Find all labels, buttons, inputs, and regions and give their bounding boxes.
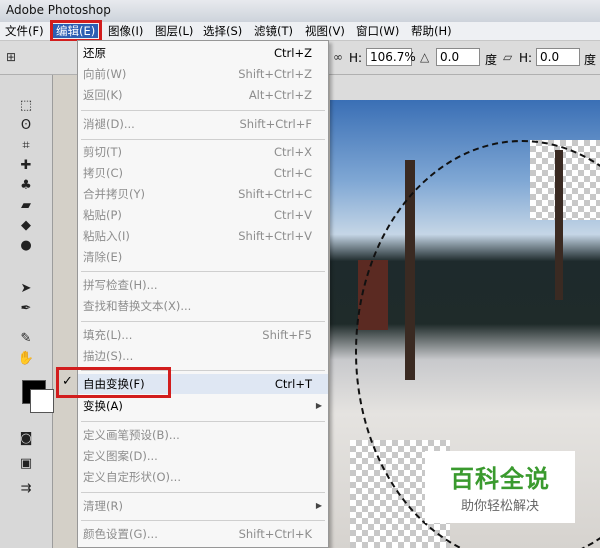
dodge-tool-icon[interactable]: ● <box>17 237 35 255</box>
notes-tool-icon[interactable]: ✎ <box>17 330 35 348</box>
crop-tool-icon[interactable]: ⌗ <box>17 137 35 155</box>
blur-tool-icon[interactable]: ◆ <box>17 217 35 235</box>
clone-stamp-icon[interactable]: ♣ <box>17 177 35 195</box>
submenu-arrow-icon: ▶ <box>315 401 322 410</box>
menu-item-purge[interactable]: 清理(R) ▶ <box>78 496 328 516</box>
menu-select[interactable]: 选择(S) <box>200 24 245 38</box>
menu-window[interactable]: 窗口(W) <box>353 24 402 38</box>
menu-item-define-brush[interactable]: 定义画笔预设(B)... <box>78 425 328 445</box>
hand-tool-icon[interactable]: ✋ <box>17 350 35 368</box>
menu-image[interactable]: 图像(I) <box>105 24 146 38</box>
menu-separator <box>81 139 325 140</box>
eraser-icon[interactable]: ▰ <box>17 197 35 215</box>
quick-mask-icon[interactable]: ◙ <box>17 430 35 448</box>
pen-tool-icon[interactable]: ✒ <box>17 300 35 318</box>
skew-unit: 度 <box>584 53 597 67</box>
menu-separator <box>81 520 325 521</box>
background-color-swatch[interactable] <box>30 389 54 413</box>
menu-separator <box>81 421 325 422</box>
link-icon[interactable]: ∞ <box>333 50 343 64</box>
watermark-logo: 百科全说 助你轻松解决 <box>425 451 575 523</box>
menu-separator <box>81 492 325 493</box>
angle-field[interactable]: 0.0 <box>436 48 480 66</box>
title-bar: Adobe Photoshop <box>0 0 600 22</box>
menu-item-define-shape[interactable]: 定义自定形状(O)... <box>78 467 328 487</box>
skew-icon: ▱ <box>503 50 513 64</box>
app-title: Adobe Photoshop <box>6 3 111 17</box>
menu-item-cut[interactable]: 剪切(T) Ctrl+X <box>78 142 328 162</box>
menu-separator <box>81 110 325 111</box>
menu-item-undo[interactable]: 还原 Ctrl+Z <box>78 43 328 63</box>
reference-point-icon[interactable]: ⊞ <box>6 50 16 64</box>
menu-item-fill[interactable]: 填充(L)... Shift+F5 <box>78 325 328 345</box>
edit-menu-highlight <box>50 20 102 42</box>
angle-unit: 度 <box>485 53 498 67</box>
lasso-tool-icon[interactable]: ʘ <box>17 117 35 135</box>
menu-item-step-backward[interactable]: 返回(K) Alt+Ctrl+Z <box>78 85 328 105</box>
skew-h-label: H: <box>519 51 533 65</box>
menu-help[interactable]: 帮助(H) <box>408 24 455 38</box>
menu-item-transform[interactable]: 变换(A) ▶ <box>78 396 328 416</box>
edit-dropdown-menu: 还原 Ctrl+Z 向前(W) Shift+Ctrl+Z 返回(K) Alt+Ctrl… <box>77 40 329 548</box>
watermark-subtitle: 助你轻松解决 <box>460 499 539 514</box>
menu-view[interactable]: 视图(V) <box>302 24 348 38</box>
menu-item-fade[interactable]: 消褪(D)... Shift+Ctrl+F <box>78 114 328 134</box>
menu-item-find-replace[interactable]: 查找和替换文本(X)... <box>78 296 328 316</box>
menu-item-step-forward[interactable]: 向前(W) Shift+Ctrl+Z <box>78 64 328 84</box>
menu-separator <box>81 271 325 272</box>
rotate-icon: △ <box>420 50 430 64</box>
menu-item-define-pattern[interactable]: 定义图案(D)... <box>78 446 328 466</box>
height-label: H: <box>349 51 363 65</box>
menu-item-check-spelling[interactable]: 拼写检查(H)... <box>78 275 328 295</box>
menu-item-paste[interactable]: 粘贴(P) Ctrl+V <box>78 205 328 225</box>
skew-h-field[interactable]: 0.0 <box>536 48 580 66</box>
menu-item-copy-merged[interactable]: 合并拷贝(Y) Shift+Ctrl+C <box>78 184 328 204</box>
menu-item-color-settings[interactable]: 颜色设置(G)... Shift+Ctrl+K <box>78 524 328 544</box>
menu-item-clear[interactable]: 清除(E) <box>78 247 328 267</box>
free-transform-highlight <box>56 367 171 398</box>
menu-separator <box>81 321 325 322</box>
path-select-icon[interactable]: ➤ <box>17 280 35 298</box>
height-field[interactable]: 106.7% <box>366 48 416 66</box>
menu-layer[interactable]: 图层(L) <box>152 24 196 38</box>
toolbox: ⬚ ʘ ⌗ ✚ ♣ ▰ ◆ ● ➤ ✒ ✎ ✋ ◙ ▣ ⇉ <box>0 75 54 548</box>
submenu-arrow-icon: ▶ <box>315 501 322 510</box>
watermark-title: 百科全说 <box>450 465 550 493</box>
menu-file[interactable]: 文件(F) <box>2 24 47 38</box>
canvas-ruler <box>330 75 600 101</box>
screen-mode-icon[interactable]: ▣ <box>17 455 35 473</box>
menu-item-stroke[interactable]: 描边(S)... <box>78 346 328 366</box>
marquee-tool-icon[interactable]: ⬚ <box>17 97 35 115</box>
heal-tool-icon[interactable]: ✚ <box>17 157 35 175</box>
menu-item-paste-into[interactable]: 粘贴入(I) Shift+Ctrl+V <box>78 226 328 246</box>
jump-to-icon[interactable]: ⇉ <box>17 480 35 498</box>
menu-filter[interactable]: 滤镜(T) <box>251 24 296 38</box>
menu-item-copy[interactable]: 拷贝(C) Ctrl+C <box>78 163 328 183</box>
